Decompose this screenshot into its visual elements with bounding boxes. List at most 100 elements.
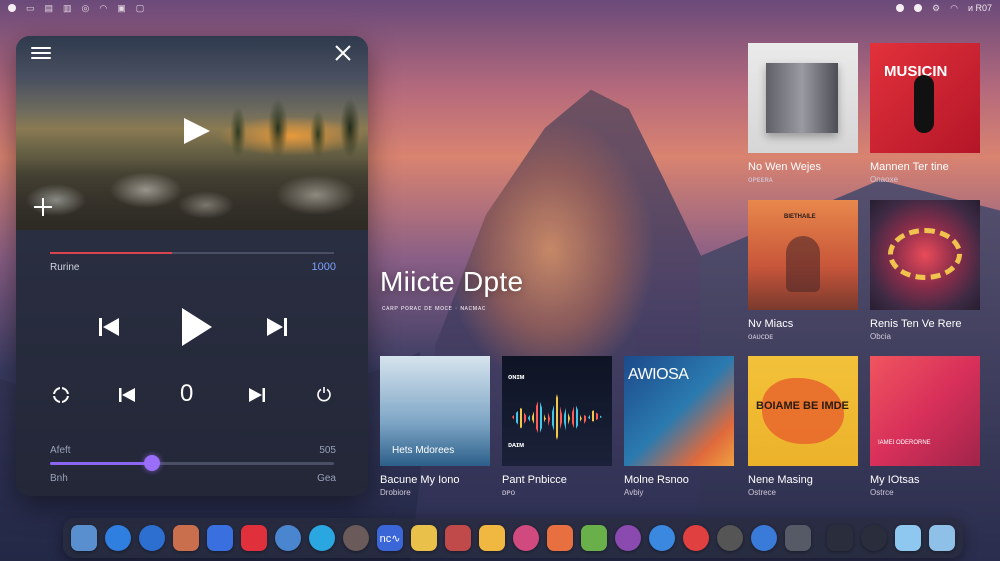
maps-icon[interactable] [581,525,607,551]
album-artist: ᴏᴀᴜᴄᴅᴇ [748,332,774,341]
volume-slider-knob[interactable] [144,455,161,471]
album-cover: BIETHAILE [748,200,858,310]
album-cover [748,43,858,153]
nordvpn-icon[interactable]: nc∿ [377,525,403,551]
photos-app-icon[interactable] [173,525,199,551]
page-subtitle: ᴄᴀʀᴘ ᴘᴏʀᴀᴄ ᴅᴇ ᴍᴏᴄᴇ · ɴᴀᴄᴍᴀᴄ [382,305,486,312]
album-title: Nv Miacs [748,318,794,330]
album-card[interactable]: BOIAME BE IMDE Nene Masing Ostrece [748,356,858,497]
cover-text: BOIAME BE IMDE [756,400,849,412]
playback-progress-fill [50,252,173,254]
album-title: No Wen Wejes [748,161,821,173]
trash-doc-icon[interactable] [785,525,811,551]
slider-min-label: Bnh [50,473,68,484]
finder-icon[interactable] [71,525,97,551]
artwork-play-icon[interactable] [184,118,210,144]
cover-text: BIETHAILE [784,214,816,220]
album-title: Molne Rsnoo [624,474,689,486]
testflight-icon[interactable] [649,525,675,551]
menu-file-icon[interactable]: ▤ [45,3,54,14]
album-card[interactable]: MUSICIN Mannen Ter tine Onaoxe [870,43,980,184]
volume-label: Afeft [50,445,71,456]
piano-icon[interactable] [717,525,743,551]
album-artist: Ostrce [870,488,894,497]
document-icon[interactable] [929,525,955,551]
playback-progress-bar[interactable] [50,252,334,254]
cover-text: IAMEI ODERORNE [878,440,931,446]
album-artist: Onaoxe [870,175,899,184]
skip-previous-icon[interactable] [98,316,120,338]
album-card[interactable]: Renis Ten Ve Rere Obcia [870,200,980,341]
downloads-icon[interactable] [827,525,853,551]
album-artist: Ostrece [748,488,777,497]
counter-label: 0 [180,380,194,407]
xcode2-icon[interactable] [751,525,777,551]
lifesaver-icon[interactable] [683,525,709,551]
stickies-icon[interactable] [479,525,505,551]
stocks-icon[interactable] [207,525,233,551]
album-card[interactable]: IAMEI ODERORNE My IOtsas Ostrce [870,356,980,497]
menu-window-icon[interactable]: ▣ [117,3,126,14]
menu-help-icon[interactable]: ▢ [136,3,145,14]
album-artist: ᴅᴘᴏ [502,488,516,497]
wifi-icon[interactable]: ◠ [950,3,958,14]
album-card[interactable]: ᴏɴɪᴍ ᴅᴀɪᴍ Pant Pnbicce ᴅᴘᴏ [502,356,612,497]
globe-icon[interactable] [275,525,301,551]
status-dot-icon[interactable] [914,4,923,12]
cover-text: ᴅᴀɪᴍ [508,442,525,449]
menubar-clock[interactable]: ᴎ R07 [968,3,992,13]
play-button[interactable] [182,308,212,346]
settings-icon[interactable]: ⚙ [932,3,940,14]
menu-app-icon[interactable]: ▭ [26,3,35,14]
circle-icon[interactable] [861,525,887,551]
album-card[interactable]: Hets Mdorees Bacune My Iono Drobiore [380,356,490,497]
skip-next-icon[interactable] [266,316,288,338]
safari-icon[interactable] [105,525,131,551]
siri-icon[interactable] [615,525,641,551]
album-artist: Obcia [870,332,891,341]
menu-view-icon[interactable]: ◎ [82,3,90,14]
track-label: Rurine [50,262,80,273]
previous-track-icon[interactable] [118,386,136,404]
folder-icon[interactable] [895,525,921,551]
album-cover: BOIAME BE IMDE [748,356,858,466]
apple-menu-icon[interactable] [8,4,16,12]
close-icon[interactable] [334,44,352,62]
flower-icon[interactable] [547,525,573,551]
album-title: Mannen Ter tine [870,161,949,173]
page-title: Miicte Dpte [380,266,524,297]
menu-edit-icon[interactable]: ▥ [63,3,72,14]
petal-icon[interactable] [513,525,539,551]
album-card[interactable]: AWIOSA Molne Rsnoo Avbiy [624,356,734,497]
music-icon[interactable] [241,525,267,551]
photo-booth-icon[interactable] [445,525,471,551]
notes-icon[interactable] [411,525,437,551]
shuffle-icon[interactable] [52,386,70,404]
album-artist: Avbiy [624,488,644,497]
next-track-icon[interactable] [248,386,266,404]
album-title: Bacune My Iono [380,474,460,486]
cover-text: Hets Mdorees [392,445,455,456]
menu-bar: ▭ ▤ ▥ ◎ ◠ ▣ ▢ ⚙ ◠ ᴎ R07 [0,0,1000,16]
cover-text: AWIOSA [628,366,689,383]
xcode-icon[interactable] [309,525,335,551]
album-title: Nene Masing [748,474,813,486]
album-card[interactable]: No Wen Wejes ᴏᴘᴇᴇʀᴀ [748,43,858,184]
power-icon[interactable] [316,386,332,402]
album-cover: Hets Mdorees [380,356,490,466]
album-cover: MUSICIN [870,43,980,153]
music-player-panel: Rurine 1000 0 Afeft 505 Bnh Gea [16,36,368,496]
hamburger-menu-icon[interactable] [31,44,51,60]
album-cover: ᴏɴɪᴍ ᴅᴀɪᴍ [502,356,612,466]
add-icon[interactable] [34,198,52,216]
album-card[interactable]: BIETHAILE Nv Miacs ᴏᴀᴜᴄᴅᴇ [748,200,858,341]
album-title: Renis Ten Ve Rere [870,318,962,330]
slider-max-label: Gea [317,473,336,484]
volume-slider[interactable] [50,462,334,465]
dock: nc∿ [63,518,963,558]
menu-wifi-icon[interactable]: ◠ [99,3,107,14]
compass-icon[interactable] [139,525,165,551]
status-dot-icon[interactable] [896,4,905,12]
camera-icon[interactable] [343,525,369,551]
album-cover [870,200,980,310]
